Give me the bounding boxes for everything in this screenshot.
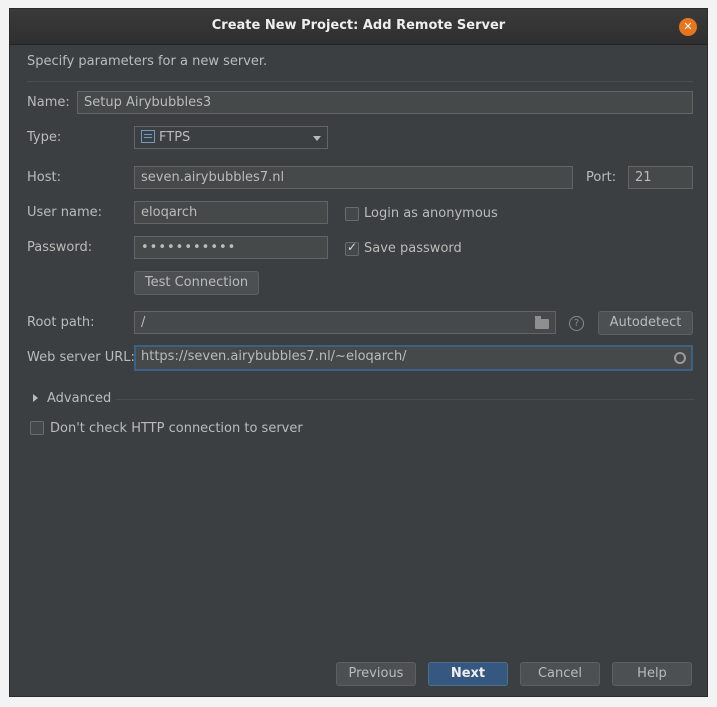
- next-button[interactable]: Next: [428, 662, 508, 686]
- globe-icon[interactable]: [674, 352, 686, 364]
- username-input[interactable]: eloqarch: [134, 201, 328, 224]
- description-text: Specify parameters for a new server.: [27, 54, 268, 69]
- close-icon[interactable]: ✕: [679, 18, 697, 36]
- type-select[interactable]: FTPS: [134, 126, 328, 149]
- save-password-label: Save password: [364, 241, 462, 256]
- login-anonymous-checkbox[interactable]: [345, 207, 359, 221]
- host-input[interactable]: seven.airybubbles7.nl: [134, 166, 573, 189]
- username-label: User name:: [27, 205, 103, 220]
- root-path-value: /: [141, 315, 146, 330]
- root-path-label: Root path:: [27, 315, 95, 330]
- autodetect-button[interactable]: Autodetect: [598, 311, 693, 335]
- expand-arrow-icon[interactable]: [33, 394, 38, 402]
- web-url-label: Web server URL:: [27, 350, 135, 365]
- password-input[interactable]: •••••••••••: [134, 236, 328, 259]
- name-input[interactable]: Setup Airybubbles3: [77, 91, 693, 114]
- web-url-value: https://seven.airybubbles7.nl/~eloqarch/: [141, 349, 407, 364]
- port-input[interactable]: 21: [628, 166, 693, 189]
- web-url-input[interactable]: https://seven.airybubbles7.nl/~eloqarch/: [134, 345, 693, 371]
- test-connection-button[interactable]: Test Connection: [134, 271, 259, 295]
- folder-icon[interactable]: [535, 316, 549, 329]
- advanced-toggle[interactable]: Advanced: [47, 391, 111, 406]
- type-label: Type:: [27, 130, 62, 145]
- name-label: Name:: [27, 95, 70, 110]
- previous-button[interactable]: Previous: [336, 662, 416, 686]
- dialog-window: Create New Project: Add Remote Server ✕ …: [9, 8, 708, 697]
- password-label: Password:: [27, 240, 93, 255]
- advanced-divider: [116, 399, 695, 400]
- port-label: Port:: [586, 170, 617, 185]
- ftps-icon: [141, 130, 155, 143]
- cancel-button[interactable]: Cancel: [520, 662, 600, 686]
- window-title: Create New Project: Add Remote Server: [211, 18, 506, 33]
- login-anonymous-label: Login as anonymous: [364, 206, 498, 221]
- help-button[interactable]: Help: [612, 662, 692, 686]
- chevron-down-icon: [313, 136, 321, 141]
- save-password-checkbox[interactable]: [345, 240, 359, 256]
- help-icon[interactable]: ?: [569, 316, 584, 331]
- host-label: Host:: [27, 170, 61, 185]
- type-value: FTPS: [159, 130, 191, 145]
- title-bar: Create New Project: Add Remote Server ✕: [10, 9, 707, 45]
- dont-check-http-checkbox[interactable]: [30, 421, 44, 435]
- root-path-input[interactable]: /: [134, 311, 556, 334]
- divider: [27, 81, 693, 82]
- dont-check-http-label: Don't check HTTP connection to server: [50, 421, 303, 436]
